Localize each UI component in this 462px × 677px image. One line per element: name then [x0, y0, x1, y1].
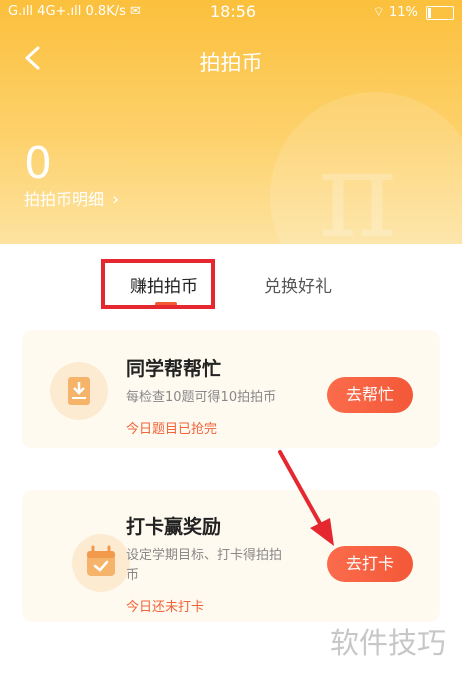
task-card-checkin: 打卡赢奖励 设定学期目标、打卡得拍拍 币 今日还未打卡 去打卡	[22, 490, 440, 622]
battery-status: ⌔ 11%	[373, 4, 454, 20]
network-indicator: G.ıll 4G+.ıll 0.8K/s ✉	[8, 4, 141, 19]
highlight-box	[101, 259, 215, 309]
task-description-line1: 设定学期目标、打卡得拍拍	[126, 548, 283, 563]
tab-redeem-gifts[interactable]: 兑换好礼	[264, 272, 332, 297]
task-description-line2: 币	[126, 568, 140, 583]
go-checkin-button[interactable]: 去打卡	[327, 546, 413, 582]
calendar-check-icon	[72, 534, 130, 592]
wifi-icon: ⌔	[372, 5, 385, 20]
coin-count: 0	[24, 138, 52, 189]
battery-percent: 11%	[388, 5, 418, 20]
header-banner: π G.ıll 4G+.ıll 0.8K/s ✉ 18:56 ⌔ 11% 拍拍币…	[0, 0, 462, 244]
coin-detail-label: 拍拍币明细	[24, 190, 105, 209]
download-document-icon	[50, 362, 108, 420]
task-card-help: 同学帮帮忙 每检查10题可得10拍拍币 今日题目已抢完 去帮忙	[22, 330, 440, 448]
status-bar: G.ıll 4G+.ıll 0.8K/s ✉ 18:56 ⌔ 11%	[0, 0, 462, 26]
task-status: 今日还未打卡	[126, 600, 205, 615]
task-description: 每检查10题可得10拍拍币	[126, 390, 277, 405]
chevron-right-icon: ›	[112, 189, 120, 210]
go-help-button[interactable]: 去帮忙	[327, 377, 413, 413]
tab-bar: 赚拍拍币 兑换好礼	[0, 244, 462, 318]
battery-icon	[426, 5, 454, 20]
task-title: 打卡赢奖励	[126, 516, 222, 538]
page-title: 拍拍币	[199, 51, 263, 75]
wechat-icon: ✉	[130, 4, 141, 19]
clock: 18:56	[210, 2, 257, 21]
network-speed: 0.8K/s	[85, 4, 126, 19]
task-title: 同学帮帮忙	[126, 358, 222, 380]
pi-logo-watermark: π	[270, 92, 462, 244]
watermark-text: 软件技巧	[330, 626, 447, 660]
coin-detail-link[interactable]: 拍拍币明细 ›	[24, 186, 119, 210]
task-status: 今日题目已抢完	[126, 422, 218, 437]
network-text: G.ıll 4G+.ıll	[8, 4, 82, 19]
task-description: 设定学期目标、打卡得拍拍 币	[126, 546, 282, 586]
